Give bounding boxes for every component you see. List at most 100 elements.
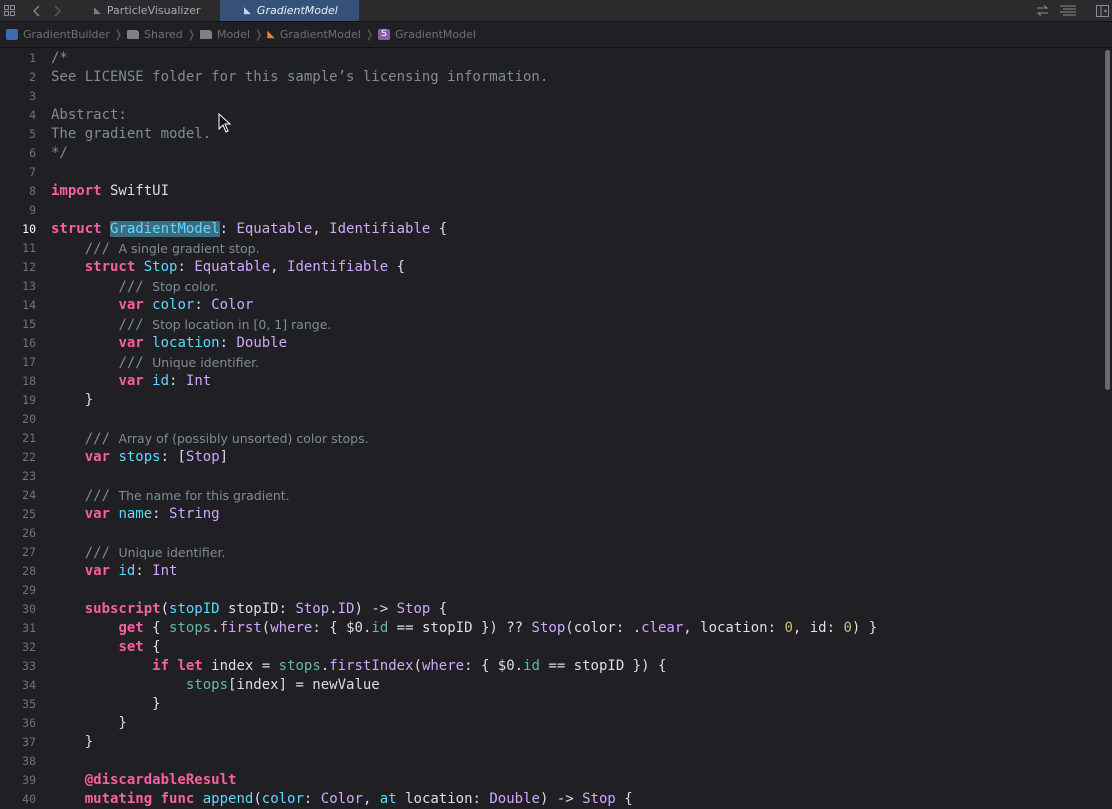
code-token: Stop location in [0, 1] range. — [152, 317, 332, 332]
code-line[interactable]: 2 See LICENSE folder for this sample’s li… — [0, 68, 1112, 87]
code-line[interactable]: 17 /// Unique identifier. — [0, 353, 1112, 372]
lines-icon[interactable] — [1058, 0, 1078, 21]
code-text: stops[index] = newValue — [51, 676, 380, 695]
code-line[interactable]: 36 } — [0, 714, 1112, 733]
code-line[interactable]: 32 set { — [0, 638, 1112, 657]
code-line[interactable]: 18 var id: Int — [0, 372, 1112, 391]
code-line[interactable]: 37 } — [0, 733, 1112, 752]
code-line[interactable]: 27 /// Unique identifier. — [0, 543, 1112, 562]
code-token: , — [312, 221, 330, 237]
line-number: 37 — [22, 735, 36, 749]
breadcrumb-symbol[interactable]: S GradientModel — [378, 28, 476, 41]
code-line[interactable]: 30 subscript(stopID stopID: Stop.ID) -> … — [0, 600, 1112, 619]
code-token: : [ — [160, 449, 186, 465]
grid-icon[interactable] — [2, 0, 16, 21]
folder-icon — [127, 30, 139, 39]
code-token: location — [152, 335, 220, 351]
code-line[interactable]: 22 var stops: [Stop] — [0, 448, 1112, 467]
swap-icon[interactable] — [1034, 0, 1050, 21]
code-line[interactable]: 7 — [0, 163, 1112, 182]
code-line[interactable]: 1 /* — [0, 49, 1112, 68]
line-number: 10 — [22, 222, 36, 236]
code-line[interactable]: 39 @discardableResult — [0, 771, 1112, 790]
breadcrumb-project[interactable]: GradientBuilder — [6, 28, 110, 41]
code-token: /// — [84, 545, 119, 561]
line-number: 6 — [29, 146, 36, 160]
breadcrumb-folder-model[interactable]: Model — [199, 28, 250, 41]
vertical-scrollbar[interactable] — [1105, 50, 1110, 390]
code-line[interactable]: 31 get { stops.first(where: { $0.id == s… — [0, 619, 1112, 638]
code-line[interactable]: 12 struct Stop: Equatable, Identifiable … — [0, 258, 1112, 277]
code-line[interactable]: 19 } — [0, 391, 1112, 410]
breadcrumb-file[interactable]: ◣ GradientModel — [267, 28, 361, 41]
code-line[interactable]: 8 import SwiftUI — [0, 182, 1112, 201]
code-line[interactable]: 33 if let index = stops.firstIndex(where… — [0, 657, 1112, 676]
code-text: } — [51, 714, 126, 733]
tab-particle-visualizer[interactable]: ◣ ParticleVisualizer — [84, 0, 228, 21]
code-line[interactable]: 13 /// Stop color. — [0, 277, 1112, 296]
code-line[interactable]: 34 stops[index] = newValue — [0, 676, 1112, 695]
chevron-right-icon: ❭ — [113, 28, 123, 41]
code-token: Int — [152, 563, 178, 579]
code-token: Abstract: — [51, 107, 127, 123]
code-line[interactable]: 28 var id: Int — [0, 562, 1112, 581]
code-line[interactable]: 15 /// Stop location in [0, 1] range. — [0, 315, 1112, 334]
code-line[interactable]: 23 — [0, 467, 1112, 486]
tab-gradient-model[interactable]: ◣ GradientModel — [220, 0, 359, 21]
sidebar-icon[interactable] — [1094, 0, 1110, 21]
back-arrow-icon[interactable] — [30, 0, 44, 21]
code-token: func — [160, 791, 195, 807]
code-token: Double — [236, 335, 288, 351]
code-line[interactable]: 9 — [0, 201, 1112, 220]
code-line[interactable]: 5 The gradient model. — [0, 125, 1112, 144]
code-token: /// — [118, 279, 153, 295]
breadcrumb-folder-shared[interactable]: Shared — [127, 28, 183, 41]
code-line[interactable]: 20 — [0, 410, 1112, 429]
code-text: } — [51, 695, 160, 714]
code-token: : — [135, 563, 153, 579]
code-line[interactable]: 24 /// The name for this gradient. — [0, 486, 1112, 505]
code-line[interactable]: 35 } — [0, 695, 1112, 714]
line-number: 25 — [22, 507, 36, 521]
code-token: /// — [118, 317, 153, 333]
code-token: == stopID }) { — [539, 658, 667, 674]
code-token: /// — [84, 241, 119, 257]
line-number: 27 — [22, 545, 36, 559]
code-line[interactable]: 10 struct GradientModel: Equatable, Ident… — [0, 220, 1112, 239]
code-editor[interactable]: 1 /* 2 See LICENSE folder for this sample’s… — [0, 48, 1112, 807]
code-text: /// Stop color. — [51, 277, 218, 297]
code-token: var — [118, 297, 144, 313]
code-line[interactable]: 14 var color: Color — [0, 296, 1112, 315]
code-line[interactable]: 26 — [0, 524, 1112, 543]
line-number: 8 — [29, 184, 36, 198]
code-token: Unique identifier. — [152, 355, 260, 370]
code-line[interactable]: 40 mutating func append(color: Color, at… — [0, 790, 1112, 809]
code-token: stops — [278, 658, 321, 674]
code-line[interactable]: 3 — [0, 87, 1112, 106]
code-line[interactable]: 6 */ — [0, 144, 1112, 163]
struct-icon: S — [378, 29, 391, 40]
code-token: { — [143, 639, 161, 655]
forward-arrow-icon[interactable] — [50, 0, 64, 21]
line-number: 33 — [22, 659, 36, 673]
code-line[interactable]: 25 var name: String — [0, 505, 1112, 524]
code-line[interactable]: 16 var location: Double — [0, 334, 1112, 353]
tab-label: GradientModel — [256, 4, 338, 17]
code-line[interactable]: 4 Abstract: — [0, 106, 1112, 125]
code-token: var — [118, 335, 144, 351]
code-text: if let index = stops.firstIndex(where: {… — [51, 657, 666, 676]
code-line[interactable]: 38 — [0, 752, 1112, 771]
code-line[interactable]: 21 /// Array of (possibly unsorted) colo… — [0, 429, 1112, 448]
code-token: var — [84, 506, 111, 522]
code-line[interactable]: 29 — [0, 581, 1112, 600]
code-line[interactable]: 11 /// A single gradient stop. — [0, 239, 1112, 258]
code-token: : { $0. — [464, 658, 524, 674]
